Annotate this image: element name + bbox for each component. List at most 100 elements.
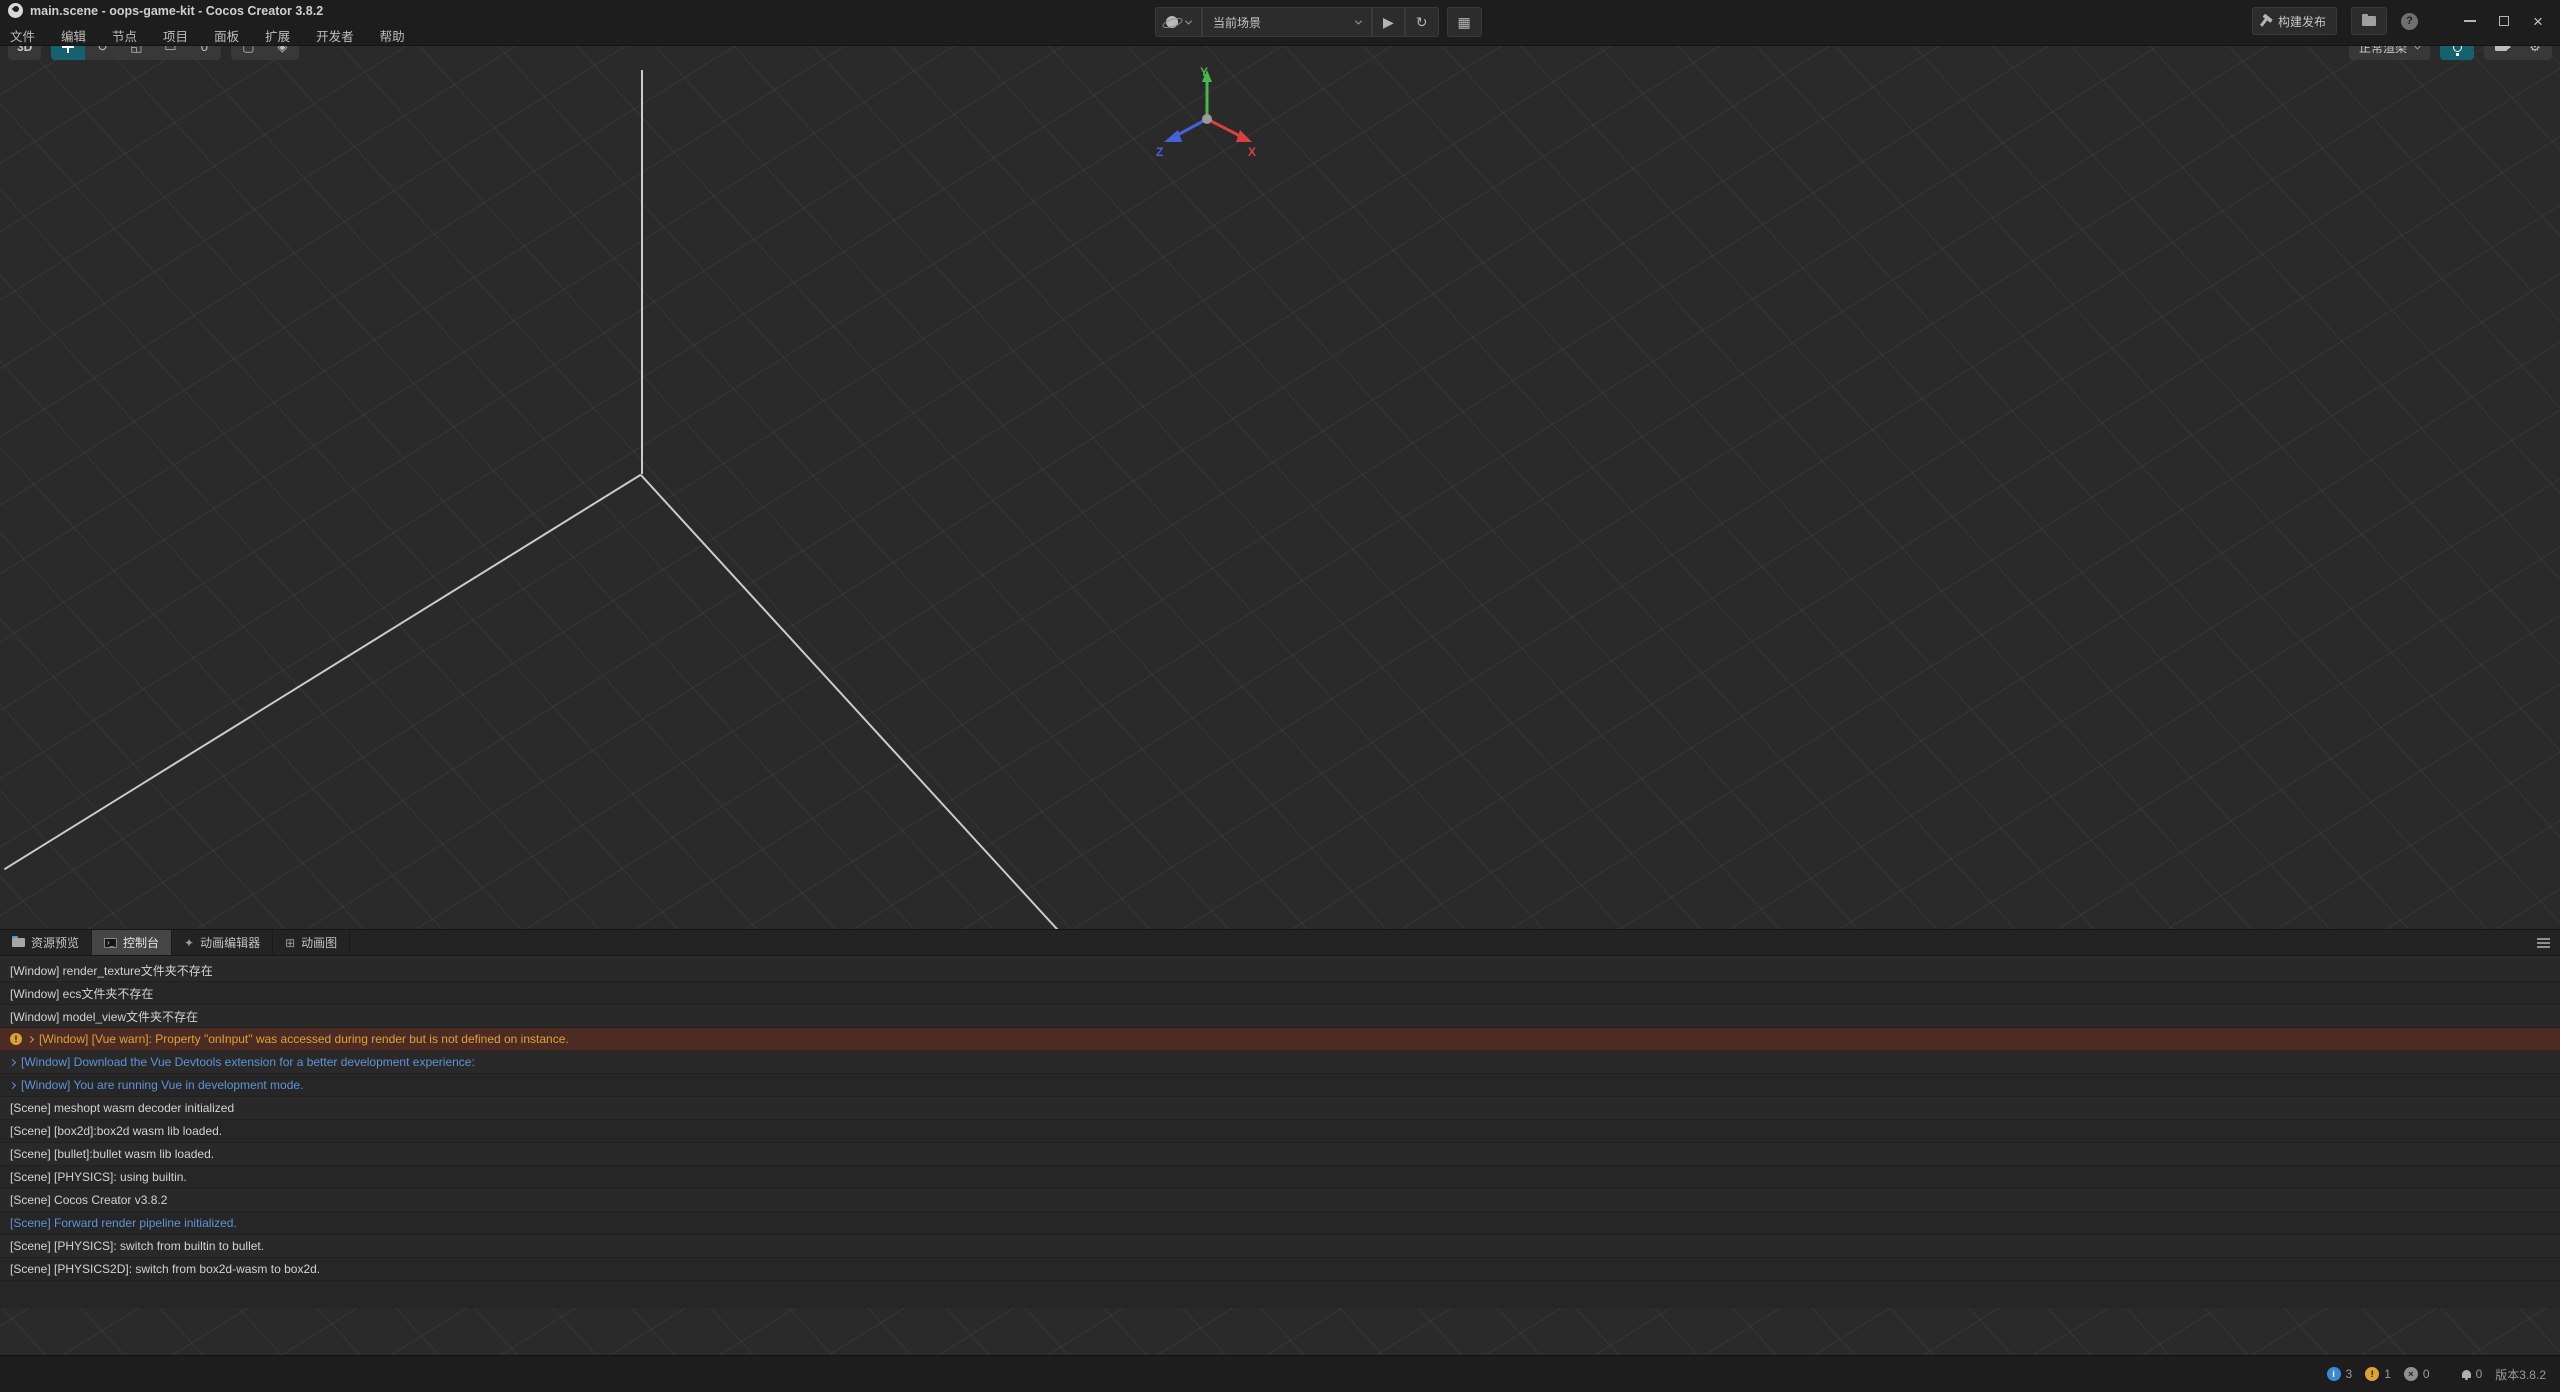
status-info-counter[interactable]: i 3 <box>2327 1367 2353 1381</box>
tab-label: 动画图 <box>301 934 337 951</box>
minimize-icon <box>2464 20 2476 22</box>
info-count: 3 <box>2346 1367 2353 1381</box>
build-publish-button[interactable]: 构建发布 <box>2252 7 2337 35</box>
log-text: [Window] model_view文件夹不存在 <box>10 1008 198 1025</box>
menubar-item-4[interactable]: 面板 <box>214 26 239 45</box>
log-text: [Scene] [PHYSICS]: switch from builtin t… <box>10 1239 264 1253</box>
log-text: [Window] [Vue warn]: Property "onInput" … <box>39 1032 569 1046</box>
notification-count: 0 <box>2476 1367 2483 1381</box>
log-row[interactable]: [Window] render_texture文件夹不存在 <box>0 959 2560 982</box>
log-row[interactable]: [Window] Download the Vue Devtools exten… <box>0 1051 2560 1074</box>
scene-selector[interactable]: 当前场景 <box>1202 7 1372 37</box>
console-log-list[interactable]: [Window] render_texture文件夹不存在[Window] ec… <box>0 959 2560 1308</box>
maximize-icon <box>2499 16 2509 26</box>
log-text: [Scene] [PHYSICS2D]: switch from box2d-w… <box>10 1262 320 1276</box>
header-right-controls: 构建发布 ? × <box>2252 7 2548 35</box>
build-publish-label: 构建发布 <box>2278 13 2326 30</box>
assets-preview-icon <box>12 938 25 947</box>
window-title: main.scene - oops-game-kit - Cocos Creat… <box>30 4 323 18</box>
status-warning-counter[interactable]: ! 1 <box>2365 1367 2391 1381</box>
animation-editor-icon: ✦ <box>184 936 194 950</box>
close-icon: × <box>2533 13 2543 30</box>
log-row[interactable]: [Scene] meshopt wasm decoder initialized <box>0 1097 2560 1120</box>
terminal-icon: ›_ <box>104 938 117 948</box>
log-row[interactable]: [Window] model_view文件夹不存在 <box>0 1005 2560 1028</box>
log-text: [Window] Download the Vue Devtools exten… <box>21 1055 475 1069</box>
log-text: [Window] You are running Vue in developm… <box>21 1078 303 1092</box>
tab-label: 资源预览 <box>31 934 79 951</box>
minimize-button[interactable] <box>2460 11 2480 31</box>
scene-selector-value: 当前场景 <box>1213 14 1261 31</box>
axis-gizmo[interactable]: Y X Z <box>1152 64 1262 174</box>
qr-grid-icon: ▦ <box>1458 15 1471 29</box>
menubar-item-6[interactable]: 开发者 <box>316 26 354 45</box>
menubar-item-7[interactable]: 帮助 <box>380 26 405 45</box>
menubar: 文件 编辑 节点 项目 面板 扩展 开发者 帮助 <box>10 26 405 45</box>
cocos-creator-window: main.scene - oops-game-kit - Cocos Creat… <box>0 0 2560 1392</box>
version-label: 版本3.8.2 <box>2495 1366 2546 1383</box>
status-error-counter[interactable]: × 0 <box>2404 1367 2430 1381</box>
preview-qr-button[interactable]: ▦ <box>1447 7 1482 37</box>
world-grid-axis-line <box>4 474 641 870</box>
log-row[interactable]: ! [Window] [Vue warn]: Property "onInput"… <box>0 1028 2560 1051</box>
log-row[interactable]: [Window] You are running Vue in developm… <box>0 1074 2560 1097</box>
log-row[interactable]: [Scene] [bullet]:bullet wasm lib loaded. <box>0 1143 2560 1166</box>
tab-label: 控制台 <box>123 934 159 951</box>
animation-graph-icon: ⊞ <box>285 936 295 950</box>
expand-chevron-icon[interactable] <box>9 1058 16 1065</box>
expand-chevron-icon[interactable] <box>27 1035 34 1042</box>
tab-animation-graph[interactable]: ⊞ 动画图 <box>273 930 350 955</box>
log-text: [Scene] meshopt wasm decoder initialized <box>10 1101 234 1115</box>
menubar-item-5[interactable]: 扩展 <box>265 26 290 45</box>
log-row[interactable]: [Scene] [PHYSICS]: switch from builtin t… <box>0 1235 2560 1258</box>
console-tabbar: 资源预览 ›_ 控制台 ✦ 动画编辑器 ⊞ 动画图 <box>0 930 2560 956</box>
log-text: [Scene] Forward render pipeline initiali… <box>10 1216 237 1230</box>
status-bar: i 3 ! 1 × 0 0 版本3.8.2 <box>0 1355 2560 1392</box>
expand-chevron-icon[interactable] <box>9 1081 16 1088</box>
log-text: [Scene] [bullet]:bullet wasm lib loaded. <box>10 1147 214 1161</box>
top-toolbar: 当前场景 ▶ ↻ ▦ <box>1155 7 1482 37</box>
panel-menu-icon[interactable] <box>2537 942 2550 944</box>
log-text: [Scene] [PHYSICS]: using builtin. <box>10 1170 187 1184</box>
menubar-item-1[interactable]: 编辑 <box>61 26 86 45</box>
chevron-down-icon <box>1185 17 1192 24</box>
status-notification-counter[interactable]: 0 <box>2462 1367 2483 1381</box>
log-row[interactable]: [Scene] Forward render pipeline initiali… <box>0 1212 2560 1235</box>
log-row[interactable]: [Scene] Cocos Creator v3.8.2 <box>0 1189 2560 1212</box>
gizmo-y-label: Y <box>1200 65 1208 79</box>
open-project-folder-button[interactable] <box>2351 7 2387 35</box>
reload-icon: ↻ <box>1416 15 1428 29</box>
menubar-item-2[interactable]: 节点 <box>112 26 137 45</box>
error-icon: × <box>2404 1367 2418 1381</box>
gizmo-z-label: Z <box>1156 145 1163 159</box>
log-row[interactable]: [Scene] [PHYSICS2D]: switch from box2d-w… <box>0 1258 2560 1281</box>
log-text: [Scene] Cocos Creator v3.8.2 <box>10 1193 167 1207</box>
tab-assets-preview[interactable]: 资源预览 <box>0 930 92 955</box>
info-icon: i <box>2327 1367 2341 1381</box>
error-count: 0 <box>2423 1367 2430 1381</box>
help-button[interactable]: ? <box>2401 13 2418 30</box>
tab-label: 动画编辑器 <box>200 934 260 951</box>
menubar-item-3[interactable]: 项目 <box>163 26 188 45</box>
close-button[interactable]: × <box>2528 11 2548 31</box>
menubar-item-0[interactable]: 文件 <box>10 26 35 45</box>
warning-count: 1 <box>2384 1367 2391 1381</box>
console-panel: 资源预览›_控制台✦动画编辑器⊞动画图 清空 正则 LogInfoWarning… <box>0 929 2560 1308</box>
platform-selector[interactable] <box>1155 7 1202 37</box>
titlebar: main.scene - oops-game-kit - Cocos Creat… <box>8 3 323 18</box>
tab-terminal[interactable]: ›_ 控制台 <box>92 930 172 955</box>
warning-icon: ! <box>10 1033 22 1045</box>
world-y-axis-line <box>641 70 643 474</box>
hammer-icon <box>2260 16 2269 27</box>
log-row[interactable]: [Scene] [box2d]:box2d wasm lib loaded. <box>0 1120 2560 1143</box>
log-text: [Scene] [box2d]:box2d wasm lib loaded. <box>10 1124 222 1138</box>
restart-button[interactable]: ↻ <box>1405 7 1439 37</box>
log-row[interactable]: [Scene] [PHYSICS]: using builtin. <box>0 1166 2560 1189</box>
play-button[interactable]: ▶ <box>1372 7 1405 37</box>
gizmo-x-label: X <box>1248 145 1256 159</box>
log-row[interactable]: [Window] ecs文件夹不存在 <box>0 982 2560 1005</box>
maximize-button[interactable] <box>2494 11 2514 31</box>
folder-icon <box>2362 16 2376 26</box>
tab-animation-editor[interactable]: ✦ 动画编辑器 <box>172 930 273 955</box>
bell-icon <box>2462 1370 2471 1378</box>
